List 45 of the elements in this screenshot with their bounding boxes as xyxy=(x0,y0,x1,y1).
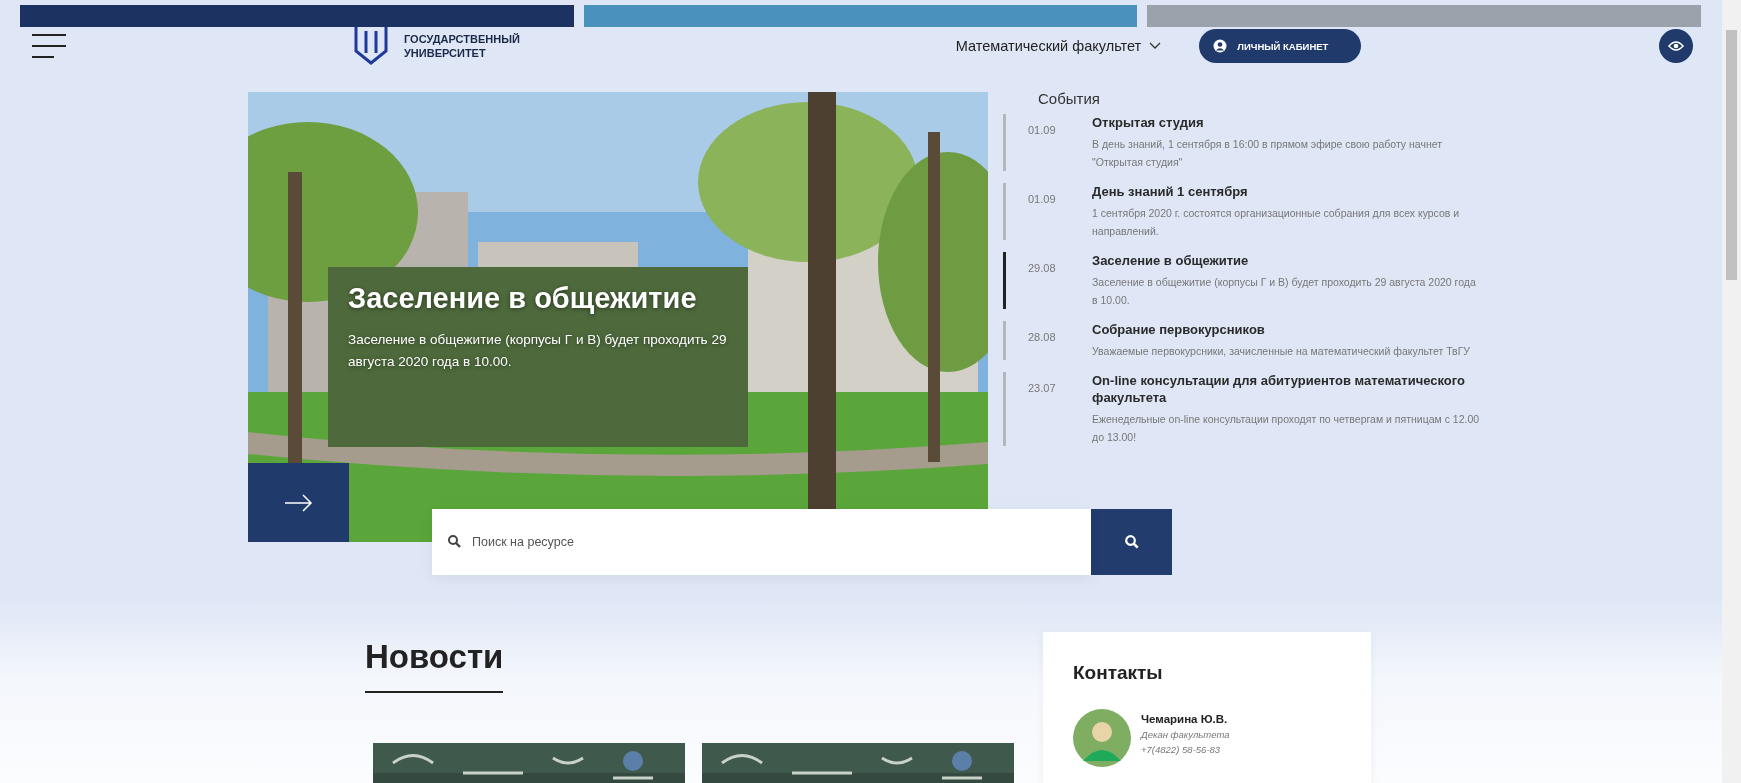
arrow-right-icon xyxy=(284,492,313,513)
event-title[interactable]: День знаний 1 сентября xyxy=(1092,183,1482,200)
event-date: 23.07 xyxy=(1028,381,1057,396)
search-icon xyxy=(448,535,461,548)
section-title: События xyxy=(1037,90,1101,109)
event-title[interactable]: Собрание первокурсников xyxy=(1092,321,1482,338)
account-button[interactable]: ЛИЧНЫЙ КАБИНЕТ xyxy=(1199,29,1362,63)
eye-icon xyxy=(1668,40,1685,52)
search-icon xyxy=(1124,535,1139,549)
event-date: 29.08 xyxy=(1028,261,1057,276)
event-title[interactable]: Открытая студия xyxy=(1092,114,1482,131)
timeline-segment[interactable] xyxy=(1003,321,1006,360)
event-text: Заселение в общежитие (корпусы Г и В) будет проходить 29 августа 2020 года в 10.00. xyxy=(1092,275,1477,308)
search-button[interactable] xyxy=(1091,509,1172,575)
search-field[interactable]: Поиск на ресурсе xyxy=(432,509,1091,575)
accessibility-button[interactable] xyxy=(1659,29,1694,63)
event-text: 1 сентября 2020 г. состоятся организационные собрания для всех курсов и направлений. xyxy=(1092,206,1461,239)
user-icon xyxy=(1213,39,1228,53)
scrollbar[interactable] xyxy=(1726,30,1737,280)
event-title[interactable]: Заселение в общежитие xyxy=(1092,252,1482,269)
event-text: В день знаний, 1 сентября в 16:00 в прямом эфире свою работу начнет "Открытая студия" xyxy=(1092,137,1443,170)
contact-phone: +7(4822) 58-56-83 xyxy=(1141,744,1221,755)
event-text: Уважаемые первокурсники, зачисленные на математический факультет ТвГУ xyxy=(1092,344,1472,359)
menu-icon[interactable] xyxy=(32,34,66,58)
slide-title: Заселение в общежитие xyxy=(348,282,698,315)
event-title[interactable]: On-line консультации для абитуриентов математического факультета xyxy=(1092,372,1482,406)
timeline-segment[interactable] xyxy=(1003,183,1006,240)
logo-text: ГОСУДАРСТВЕННЫЙ xyxy=(404,32,520,46)
event-date: 01.09 xyxy=(1028,123,1057,138)
logo-icon[interactable] xyxy=(354,27,388,65)
card-title: Контакты xyxy=(1073,662,1164,684)
event-date: 28.08 xyxy=(1028,330,1057,345)
faculty-menu[interactable]: Математический факультет xyxy=(955,38,1162,54)
section-heading: Новости xyxy=(365,637,505,677)
slide-text: Заселение в общежитие (корпусы Г и В) будет проходить 29 августа 2020 года в 10.00. xyxy=(348,331,728,371)
contact-name: Чемарина Ю.В. xyxy=(1141,713,1229,725)
next-button[interactable] xyxy=(248,463,349,542)
timeline-segment[interactable] xyxy=(1003,372,1006,446)
logo-text: УНИВЕРСИТЕТ xyxy=(404,46,487,60)
event-date: 01.09 xyxy=(1028,192,1057,207)
event-text: Еженедельные on-line консультации проходят по четвергам и пятницам с 12.00 до 13.00! xyxy=(1092,412,1481,445)
timeline-segment[interactable] xyxy=(1003,114,1006,171)
timeline-segment[interactable] xyxy=(1003,252,1006,309)
chevron-down-icon xyxy=(1149,42,1162,50)
contact-role: Декан факультета xyxy=(1141,729,1230,740)
